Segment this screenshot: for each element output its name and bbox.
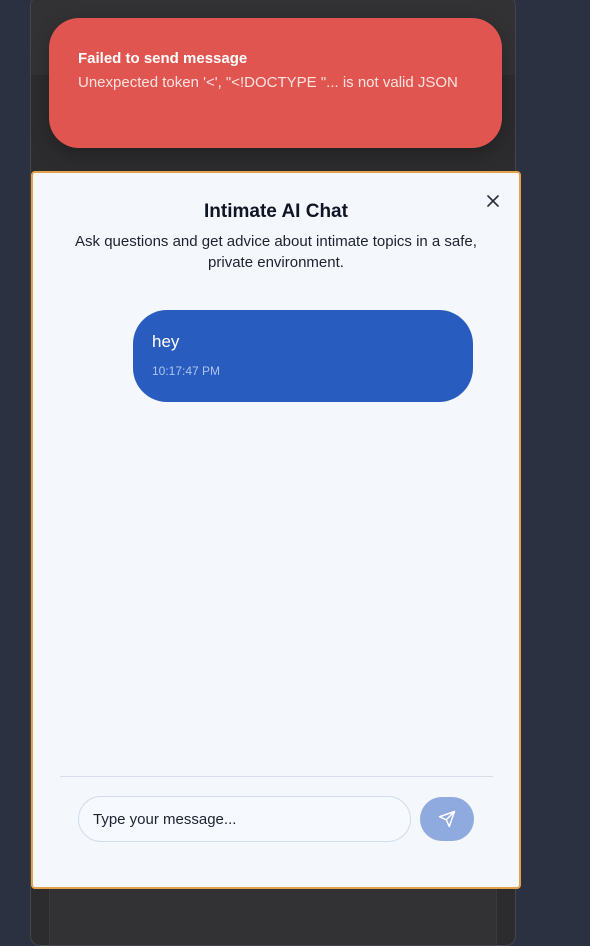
send-icon [438, 810, 456, 828]
send-button[interactable] [420, 797, 474, 841]
message-text: hey [152, 332, 180, 351]
message-timestamp: 10:17:47 PM [152, 364, 221, 378]
chat-dialog: Intimate AI Chat Ask questions and get a… [31, 171, 521, 889]
dialog-subtitle: Ask questions and get advice about intim… [75, 233, 477, 271]
toast-title: Failed to send message [78, 50, 248, 67]
error-toast[interactable]: Failed to send message Unexpected token … [49, 18, 502, 148]
dialog-title: Intimate AI Chat [204, 201, 348, 222]
input-divider [60, 776, 493, 777]
app-background-panel [49, 885, 497, 945]
user-message-bubble: hey 10:17:47 PM [133, 310, 473, 402]
message-input[interactable] [78, 796, 411, 842]
toast-description: Unexpected token '<', "<!DOCTYPE "... is… [78, 74, 458, 91]
